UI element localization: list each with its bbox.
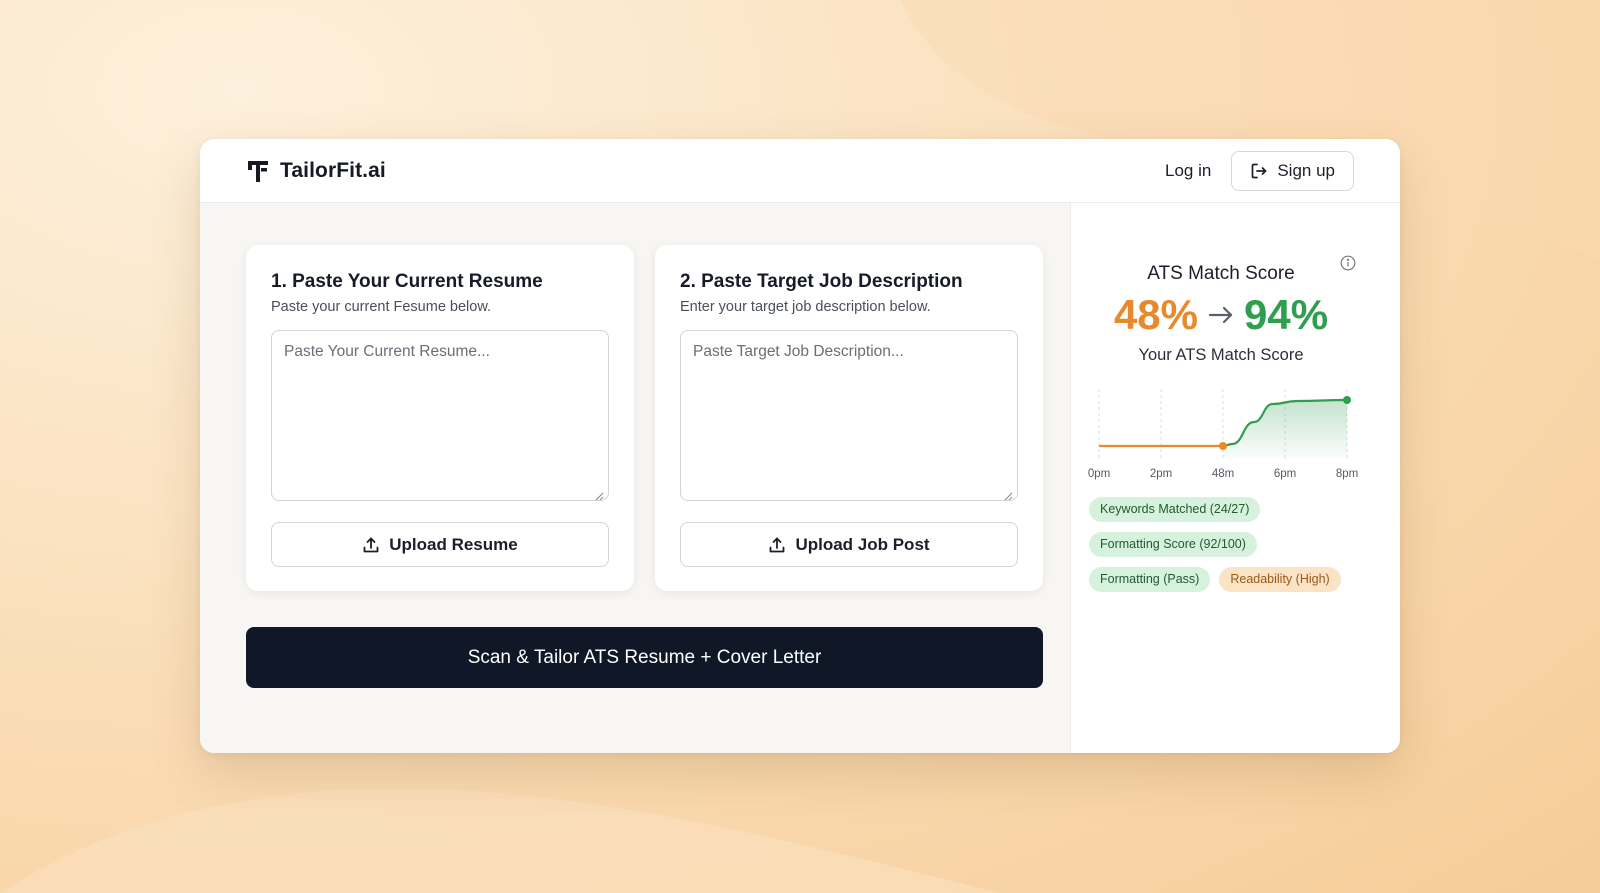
- upload-resume-label: Upload Resume: [389, 534, 518, 554]
- signup-label: Sign up: [1277, 161, 1335, 180]
- ats-badges: Keywords Matched (24/27) Formatting Score…: [1089, 497, 1379, 602]
- upload-icon: [363, 537, 379, 552]
- tailorfit-logo-icon: [248, 160, 268, 182]
- upload-job-post-button[interactable]: Upload Job Post: [680, 522, 1018, 567]
- score-before: 48%: [1113, 291, 1198, 338]
- job-description-textarea[interactable]: [680, 330, 1018, 501]
- resize-grip-icon[interactable]: [1004, 492, 1013, 501]
- status-badge: Keywords Matched (24/27): [1089, 497, 1261, 522]
- app-window: TailorFit.ai Log in Sign up 1. Paste You…: [200, 139, 1400, 753]
- status-badge: Readability (High): [1219, 567, 1341, 592]
- chart-x-tick-label: 0pm: [1088, 468, 1110, 480]
- score-caption: Your ATS Match Score: [1138, 346, 1304, 364]
- resume-textarea[interactable]: [271, 330, 609, 501]
- upload-resume-button[interactable]: Upload Resume: [271, 522, 609, 567]
- resume-card-subtitle: Paste your current Fesume below.: [271, 299, 492, 315]
- brand-logo[interactable]: TailorFit.ai: [246, 158, 386, 184]
- ats-score-panel: ATS Match Score 48% 94% Your ATS Match S…: [1070, 203, 1400, 753]
- chart-x-tick-label: 2pm: [1150, 468, 1172, 480]
- job-card-subtitle: Enter your target job description below.: [680, 299, 931, 315]
- sign-in-arrow-icon: [1251, 163, 1267, 179]
- status-badge: Formatting (Pass): [1089, 567, 1211, 592]
- upload-icon: [770, 537, 785, 552]
- arrow-right-icon: [1208, 306, 1233, 324]
- badge-row: Formatting Score (92/100): [1089, 532, 1379, 557]
- job-card: 2. Paste Target Job Description Enter yo…: [655, 245, 1043, 591]
- resume-card-title: 1. Paste Your Current Resume: [271, 271, 543, 292]
- chart-x-tick-label: 8pm: [1336, 468, 1358, 480]
- scan-tailor-button[interactable]: Scan & Tailor ATS Resume + Cover Letter: [246, 627, 1043, 688]
- job-card-title: 2. Paste Target Job Description: [680, 271, 963, 292]
- upload-job-post-label: Upload Job Post: [795, 534, 930, 554]
- chart-x-tick-label: 48m: [1212, 468, 1234, 480]
- ats-score-title: ATS Match Score: [1147, 263, 1295, 284]
- top-navbar: TailorFit.ai Log in Sign up: [200, 139, 1400, 203]
- score-comparison: 48% 94%: [1071, 291, 1371, 339]
- chart-area-fill: [1223, 400, 1347, 459]
- signup-button[interactable]: Sign up: [1231, 151, 1354, 191]
- chart-x-tick-label: 6pm: [1274, 468, 1296, 480]
- ats-score-chart: 0pm 2pm 48m 6pm 8pm: [1088, 389, 1358, 480]
- chart-point-before: [1219, 442, 1227, 450]
- resume-card: 1. Paste Your Current Resume Paste your …: [246, 245, 634, 591]
- input-panel: 1. Paste Your Current Resume Paste your …: [200, 203, 1070, 753]
- badge-row: Formatting (Pass) Readability (High): [1089, 567, 1379, 592]
- resize-grip-icon[interactable]: [595, 492, 604, 501]
- login-link[interactable]: Log in: [1165, 161, 1211, 181]
- auth-actions: Log in Sign up: [1165, 151, 1354, 191]
- brand-name: TailorFit.ai: [280, 158, 386, 182]
- chart-point-after: [1343, 396, 1351, 404]
- badge-row: Keywords Matched (24/27): [1089, 497, 1379, 522]
- status-badge: Formatting Score (92/100): [1089, 532, 1257, 557]
- score-after: 94%: [1244, 291, 1329, 338]
